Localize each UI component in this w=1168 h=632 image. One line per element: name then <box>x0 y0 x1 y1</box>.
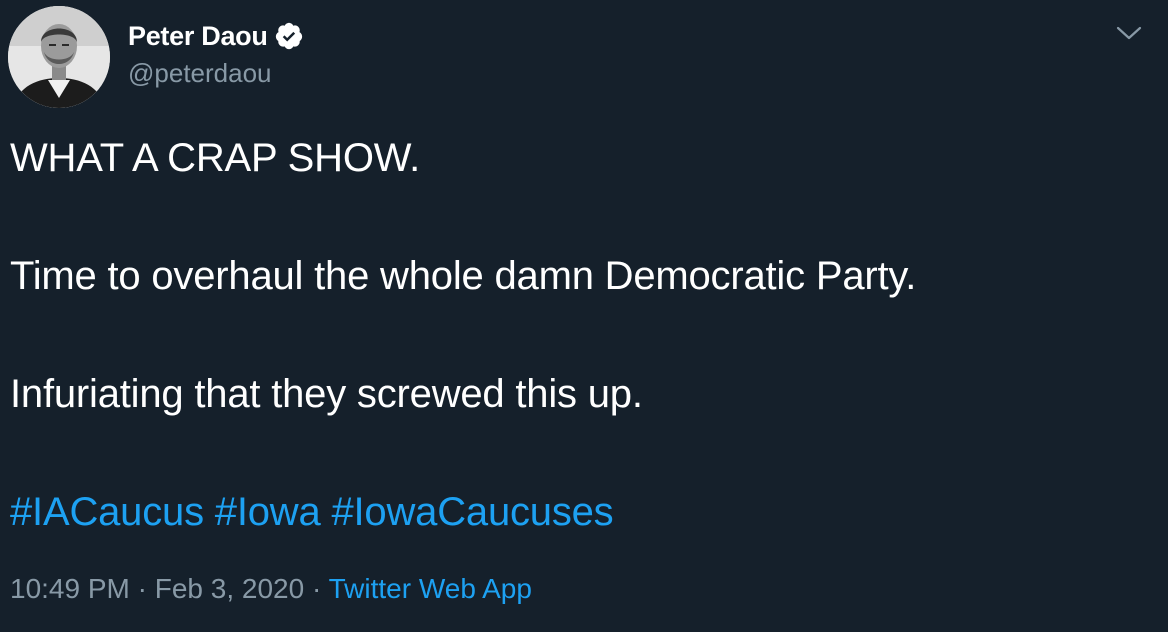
verified-badge-icon <box>274 21 304 51</box>
tweet-text-line: WHAT A CRAP SHOW. <box>10 136 421 180</box>
tweet-time[interactable]: 10:49 PM <box>10 573 130 604</box>
display-name[interactable]: Peter Daou <box>128 21 268 52</box>
tweet-source-link[interactable]: Twitter Web App <box>329 573 532 604</box>
chevron-down-icon[interactable] <box>1114 20 1144 46</box>
author-handle[interactable]: @peterdaou <box>128 58 272 89</box>
meta-separator: · <box>311 573 322 604</box>
hashtag-link[interactable]: #IowaCaucuses <box>331 490 613 534</box>
author-name-row[interactable]: Peter Daou <box>128 18 304 54</box>
avatar-photo-icon <box>8 6 110 108</box>
tweet-metadata: 10:49 PM · Feb 3, 2020 · Twitter Web App <box>10 573 532 605</box>
avatar[interactable] <box>8 6 110 108</box>
tweet-text-line: Infuriating that they screwed this up. <box>10 372 643 416</box>
hashtag-link[interactable]: #Iowa <box>215 490 321 534</box>
tweet-date[interactable]: Feb 3, 2020 <box>155 573 304 604</box>
tweet-card: Peter Daou @peterdaou WHAT A CRAP SHOW. … <box>0 0 1168 632</box>
meta-separator: · <box>137 573 147 604</box>
hashtag-link[interactable]: #IACaucus <box>10 490 204 534</box>
tweet-text-line: Time to overhaul the whole damn Democrat… <box>10 254 917 298</box>
hashtag-row: #IACaucus #Iowa #IowaCaucuses <box>10 490 614 535</box>
